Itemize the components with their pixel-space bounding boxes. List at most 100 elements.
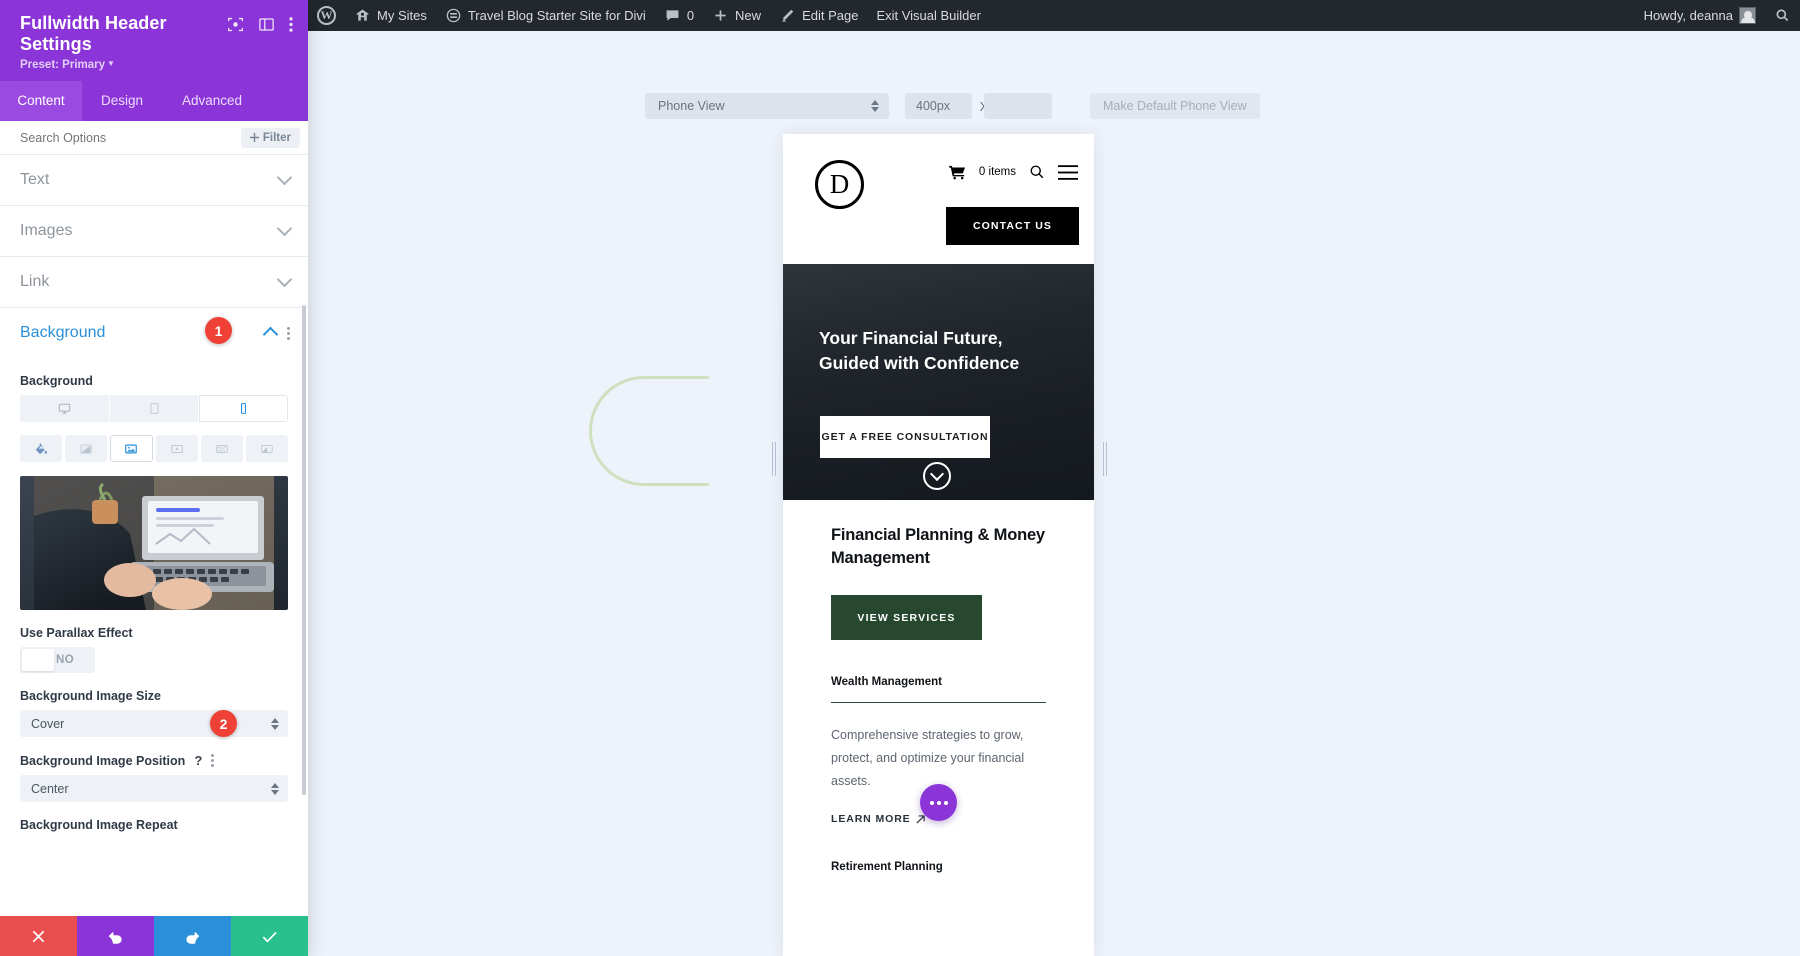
section-text-label: Text <box>20 171 50 189</box>
admin-bar-exit-visual-builder[interactable]: Exit Visual Builder <box>867 0 990 31</box>
divi-logo-letter: D <box>829 168 850 199</box>
section-background-label: Background <box>20 324 106 342</box>
background-type-image[interactable] <box>110 435 153 463</box>
wordpress-logo-icon: W <box>317 6 336 25</box>
responsive-height-input[interactable] <box>984 93 1052 119</box>
admin-bar-my-sites[interactable]: My Sites <box>345 0 436 31</box>
cart-item-count[interactable]: 0 items <box>979 166 1016 178</box>
background-type-pattern[interactable] <box>200 435 243 463</box>
search-input[interactable] <box>20 130 241 145</box>
admin-bar-comments[interactable]: 0 <box>655 0 703 31</box>
tab-design[interactable]: Design <box>82 81 162 121</box>
save-button[interactable] <box>231 916 308 956</box>
section-background[interactable]: Background <box>0 308 308 358</box>
help-icon[interactable]: ? <box>194 753 202 768</box>
toggle-knob <box>22 649 54 672</box>
responsive-view-select[interactable]: Phone View <box>645 93 889 119</box>
filter-button[interactable]: Filter <box>240 127 300 148</box>
site-header: D 0 items CONTACT US <box>783 134 1094 264</box>
device-tab-desktop[interactable] <box>20 395 110 423</box>
builder-canvas: Phone View 400px X Make Default Phone Vi… <box>308 31 1800 956</box>
search-icon[interactable] <box>1029 164 1045 180</box>
redo-button[interactable] <box>154 916 231 956</box>
background-type-video[interactable] <box>155 435 198 463</box>
preset-selector[interactable]: Preset: Primary ▼ <box>20 59 293 71</box>
device-tab-phone[interactable] <box>199 395 288 423</box>
hero-cta-button[interactable]: GET A FREE CONSULTATION <box>820 416 990 458</box>
pattern-icon <box>215 444 228 453</box>
builder-menu-fab[interactable] <box>920 784 957 821</box>
plus-icon <box>249 133 259 143</box>
option-more-icon[interactable] <box>211 754 215 768</box>
service-item-description: Comprehensive strategies to grow, protec… <box>831 728 1025 789</box>
filter-label: Filter <box>262 131 291 144</box>
background-image-size-select[interactable]: Cover <box>20 710 288 738</box>
undo-button[interactable] <box>77 916 154 956</box>
preset-label: Preset: Primary <box>20 59 106 72</box>
background-image-preview[interactable] <box>20 476 288 611</box>
section-images[interactable]: Images <box>0 206 308 258</box>
admin-bar-edit-page[interactable]: Edit Page <box>770 0 867 31</box>
avatar <box>1739 7 1756 24</box>
admin-bar-howdy-label: Howdy, deanna <box>1643 8 1733 23</box>
services-heading-line2: Management <box>831 548 930 567</box>
resize-grip-right[interactable] <box>1103 442 1107 476</box>
redo-icon <box>186 931 200 944</box>
service-item-title: Retirement Planning <box>831 861 943 874</box>
video-icon <box>170 444 183 453</box>
mask-icon <box>261 444 273 453</box>
device-tab-tablet[interactable] <box>109 395 200 423</box>
panel-layout-icon[interactable] <box>258 16 275 33</box>
learn-more-label: LEARN MORE <box>831 813 911 826</box>
admin-bar-site-name[interactable]: Travel Blog Starter Site for Divi <box>436 0 655 31</box>
section-text[interactable]: Text <box>0 155 308 207</box>
chevron-updown-icon <box>271 717 279 730</box>
panel-action-bar <box>0 916 308 956</box>
contact-us-button[interactable]: CONTACT US <box>946 207 1079 245</box>
admin-bar-new[interactable]: New <box>703 0 770 31</box>
background-image-position-select[interactable]: Center <box>20 775 288 803</box>
chevron-down-icon <box>276 221 293 237</box>
focus-icon[interactable] <box>227 16 244 33</box>
parallax-label: Use Parallax Effect <box>20 626 133 641</box>
cart-icon[interactable] <box>949 165 966 180</box>
view-services-button[interactable]: VIEW SERVICES <box>831 595 982 641</box>
chevron-updown-icon <box>271 782 279 795</box>
cancel-button[interactable] <box>0 916 77 956</box>
admin-bar-comments-count: 0 <box>686 8 695 23</box>
scrollbar[interactable] <box>302 305 306 796</box>
section-link-label: Link <box>20 273 50 291</box>
panel-more-icon[interactable] <box>289 16 293 33</box>
admin-bar-my-account[interactable]: Howdy, deanna <box>1635 0 1765 31</box>
admin-bar-search[interactable] <box>1765 0 1800 31</box>
background-type-color[interactable] <box>20 435 63 463</box>
scroll-down-icon[interactable] <box>923 462 951 490</box>
admin-bar-wp-logo[interactable]: W <box>308 0 345 31</box>
panel-header-icons <box>227 13 293 33</box>
site-globe-icon <box>446 8 461 23</box>
panel-tabs: Content Design Advanced <box>0 81 308 122</box>
divi-logo-icon[interactable]: D <box>815 160 864 209</box>
section-options-icon[interactable] <box>287 326 290 340</box>
tab-content[interactable]: Content <box>0 81 82 122</box>
responsive-width-input[interactable]: 400px <box>905 93 972 119</box>
plus-icon <box>715 10 726 21</box>
hero-title: Your Financial Future, Guided with Confi… <box>819 326 1068 376</box>
service-item: Retirement Planning <box>831 861 1046 873</box>
tab-advanced[interactable]: Advanced <box>162 81 262 121</box>
module-settings-panel: Fullwidth Header Settings Preset: Primar… <box>0 0 308 956</box>
undo-icon <box>108 931 122 944</box>
background-image-position-field: Background Image Position ? Center <box>0 753 308 803</box>
services-heading-line1: Financial Planning & Money <box>831 526 1045 544</box>
hamburger-menu-icon[interactable] <box>1058 164 1078 180</box>
hero-section: Your Financial Future, Guided with Confi… <box>783 264 1094 500</box>
hero-title-line2: Guided with Confidence <box>819 353 1020 374</box>
services-heading: Financial Planning & Money Management <box>831 524 1046 569</box>
background-type-mask[interactable] <box>245 435 289 463</box>
parallax-toggle[interactable]: NO <box>20 647 95 674</box>
sites-icon <box>356 9 369 21</box>
section-link[interactable]: Link <box>0 257 308 309</box>
resize-grip-left[interactable] <box>772 442 776 476</box>
background-type-gradient[interactable] <box>65 435 108 463</box>
make-default-phone-view-button[interactable]: Make Default Phone View <box>1090 93 1260 119</box>
